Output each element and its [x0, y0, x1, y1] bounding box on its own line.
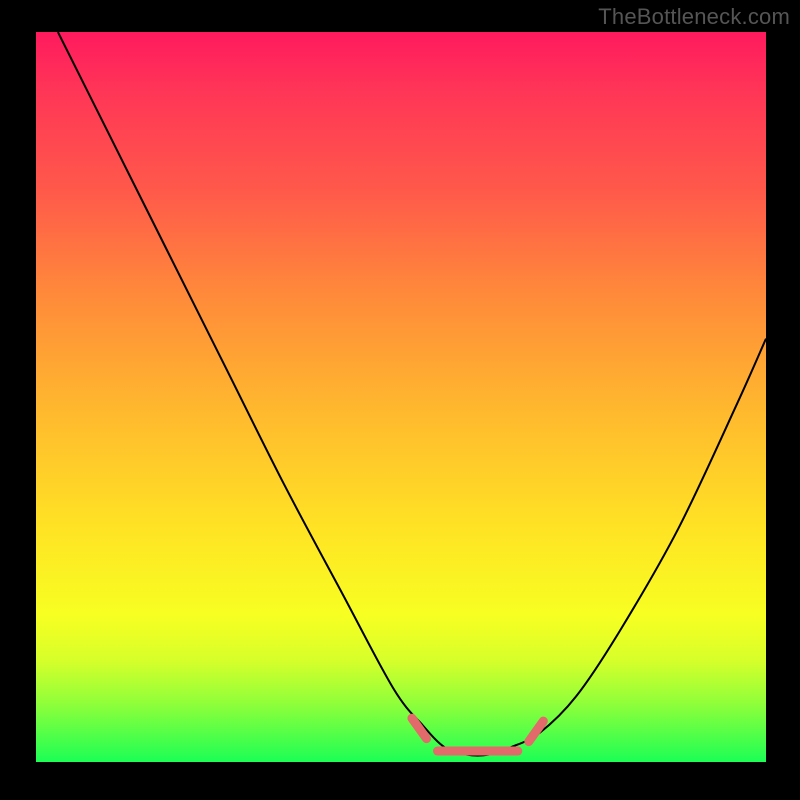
highlight-dash — [529, 721, 544, 741]
chart-frame: TheBottleneck.com — [0, 0, 800, 800]
highlight-dash — [412, 718, 427, 738]
plot-area — [36, 32, 766, 762]
plot-svg — [36, 32, 766, 762]
watermark-text: TheBottleneck.com — [598, 4, 790, 30]
curve-line — [58, 32, 766, 756]
